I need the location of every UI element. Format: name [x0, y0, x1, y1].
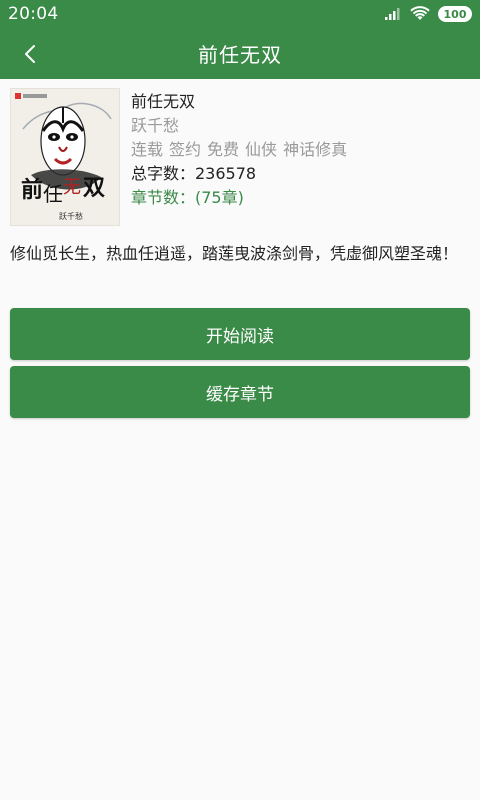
back-icon	[25, 45, 35, 63]
word-count: 总字数：236578	[131, 164, 257, 183]
chapter-count[interactable]: 章节数：(75章)	[131, 186, 347, 210]
page-title: 前任无双	[198, 43, 282, 67]
svg-text:任: 任	[43, 182, 63, 206]
tag-xianxia: 仙侠	[245, 140, 278, 159]
book-author: 跃千愁	[131, 116, 180, 135]
svg-text:双: 双	[83, 175, 105, 201]
app-bar: 前任无双	[0, 28, 480, 79]
status-time: 20:04	[8, 4, 59, 24]
book-description: 修仙觅长生，热血任逍遥，踏莲曳波涤剑骨，凭虚御风塑圣魂！	[10, 244, 459, 263]
svg-text:跃千愁: 跃千愁	[59, 211, 83, 221]
tag-serial: 连载	[131, 140, 164, 159]
battery-icon: 100	[438, 6, 472, 22]
tag-myth: 神话修真	[283, 140, 348, 159]
signal-icon	[385, 8, 400, 20]
svg-text:前: 前	[21, 177, 43, 203]
tag-signed: 签约	[169, 140, 202, 159]
status-icons: 100	[384, 6, 472, 22]
back-button[interactable]	[12, 36, 48, 72]
book-tags: 连载 签约 免费 仙侠 神话修真	[131, 138, 347, 162]
wifi-icon	[410, 6, 430, 20]
cover-art: 前 任 无 双 跃千愁	[11, 89, 119, 225]
book-cover[interactable]: 前 任 无 双 跃千愁	[10, 88, 120, 226]
svg-text:无: 无	[63, 177, 81, 198]
tag-free: 免费	[207, 140, 240, 159]
battery-level: 100	[443, 7, 467, 21]
status-bar: 20:04 100	[0, 0, 480, 28]
book-info: 前 任 无 双 跃千愁 前任无双 跃千愁 连载 签约 免费 仙侠 神话修真 总字…	[10, 88, 470, 228]
book-title: 前任无双	[131, 92, 196, 111]
cache-chapters-button[interactable]: 缓存章节	[10, 366, 470, 418]
start-reading-button[interactable]: 开始阅读	[10, 308, 470, 360]
book-details: 前任无双 跃千愁 连载 签约 免费 仙侠 神话修真 总字数：236578 章节数…	[131, 88, 347, 228]
